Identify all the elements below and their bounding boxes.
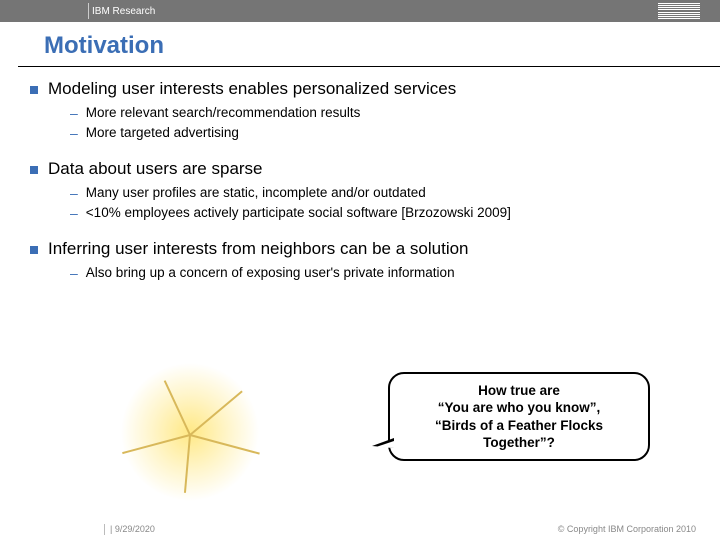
sub-text: More targeted advertising	[86, 125, 239, 140]
bullet-text: Inferring user interests from neighbors …	[48, 239, 469, 259]
square-bullet-icon	[30, 246, 38, 254]
slide-footer: | 9/29/2020 © Copyright IBM Corporation …	[0, 524, 720, 534]
square-bullet-icon	[30, 166, 38, 174]
bullet-text: Data about users are sparse	[48, 159, 263, 179]
bullet-sub: – Also bring up a concern of exposing us…	[70, 265, 690, 281]
callout-line: Together”?	[483, 435, 555, 450]
sub-text: Many user profiles are static, incomplet…	[86, 185, 426, 200]
bullet-sub: – More relevant search/recommendation re…	[70, 105, 690, 121]
person-icon	[228, 376, 258, 410]
callout-line: “Birds of a Feather Flocks	[435, 418, 603, 433]
sub-text: More relevant search/recommendation resu…	[86, 105, 361, 120]
slide-title: Motivation	[44, 32, 720, 60]
person-icon	[108, 434, 138, 468]
dash-bullet-icon: –	[70, 205, 78, 221]
sub-text: Also bring up a concern of exposing user…	[86, 265, 455, 280]
bullet-main: Inferring user interests from neighbors …	[30, 239, 690, 259]
bullet-main: Data about users are sparse	[30, 159, 690, 179]
bullet-main: Modeling user interests enables personal…	[30, 79, 690, 99]
person-icon	[150, 366, 180, 400]
header-brand: IBM Research	[92, 6, 155, 17]
square-bullet-icon	[30, 86, 38, 94]
bullet-sub: – <10% employees actively participate so…	[70, 205, 690, 221]
sub-text: <10% employees actively participate soci…	[86, 205, 511, 220]
dash-bullet-icon: –	[70, 265, 78, 281]
slide-header: IBM Research	[0, 0, 720, 22]
callout-bubble: How true are “You are who you know”, “Bi…	[388, 372, 650, 461]
bullet-text: Modeling user interests enables personal…	[48, 79, 456, 99]
callout-line: How true are	[478, 383, 560, 398]
bullet-sub: – Many user profiles are static, incompl…	[70, 185, 690, 201]
dash-bullet-icon: –	[70, 185, 78, 201]
ibm-logo-icon	[658, 3, 700, 19]
content-area: Modeling user interests enables personal…	[0, 67, 720, 281]
person-icon	[172, 472, 202, 506]
footer-date: | 9/29/2020	[110, 524, 155, 534]
person-icon	[175, 416, 208, 453]
title-area: Motivation	[0, 22, 720, 64]
callout-tail-icon	[372, 438, 394, 448]
person-icon	[250, 430, 280, 464]
bullet-sub: – More targeted advertising	[70, 125, 690, 141]
footer-copyright: © Copyright IBM Corporation 2010	[558, 524, 696, 534]
network-figure	[80, 372, 300, 492]
dash-bullet-icon: –	[70, 105, 78, 121]
callout-line: “You are who you know”,	[438, 400, 601, 415]
dash-bullet-icon: –	[70, 125, 78, 141]
header-divider	[88, 3, 89, 19]
